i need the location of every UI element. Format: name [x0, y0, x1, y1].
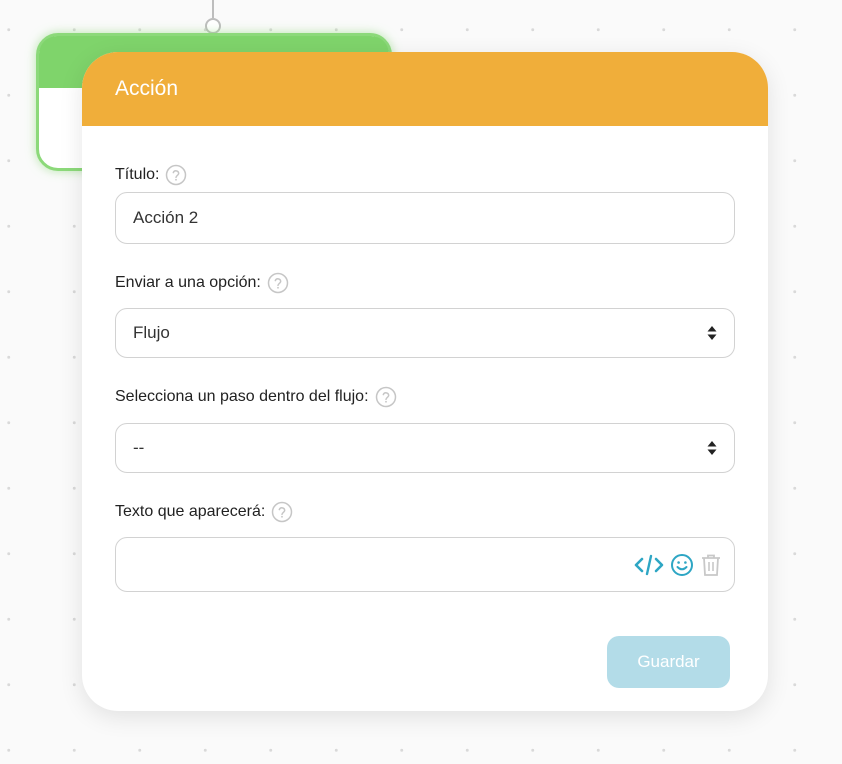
- send-to-selected-value: Flujo: [133, 323, 170, 342]
- text-label-row: Texto que aparecerá:: [115, 501, 293, 523]
- step-select[interactable]: --: [115, 423, 735, 473]
- text-label: Texto que aparecerá:: [115, 503, 266, 520]
- send-to-label: Enviar a una opción:: [115, 274, 261, 291]
- question-circle-icon[interactable]: [267, 272, 289, 294]
- send-to-select[interactable]: Flujo: [115, 308, 735, 358]
- sort-arrows-icon: [707, 441, 717, 455]
- question-circle-icon[interactable]: [375, 386, 397, 408]
- save-button[interactable]: Guardar: [607, 636, 730, 688]
- step-selected-value: --: [133, 438, 145, 457]
- step-label-row: Selecciona un paso dentro del flujo:: [115, 386, 397, 408]
- question-circle-icon[interactable]: [271, 501, 293, 523]
- text-input[interactable]: [115, 537, 735, 592]
- modal-title: Acción: [115, 77, 179, 100]
- title-label: Título:: [115, 166, 160, 183]
- title-input[interactable]: Acción 2: [115, 192, 735, 244]
- smiley-icon[interactable]: [670, 553, 694, 577]
- modal-header: Acción: [82, 52, 768, 126]
- connector-handle[interactable]: [205, 18, 221, 34]
- action-modal: Acción Título: Acción 2 Enviar a una opc…: [82, 52, 768, 711]
- trash-icon[interactable]: [700, 553, 722, 577]
- code-icon[interactable]: [634, 554, 664, 576]
- text-input-tools: [634, 553, 722, 577]
- title-input-value: Acción 2: [133, 208, 199, 227]
- question-circle-icon[interactable]: [165, 164, 187, 186]
- connector-line: [212, 0, 214, 18]
- step-label: Selecciona un paso dentro del flujo:: [115, 388, 369, 405]
- sort-arrows-icon: [707, 326, 717, 340]
- title-field-label-row: Título:: [115, 164, 187, 186]
- send-to-label-row: Enviar a una opción:: [115, 272, 289, 294]
